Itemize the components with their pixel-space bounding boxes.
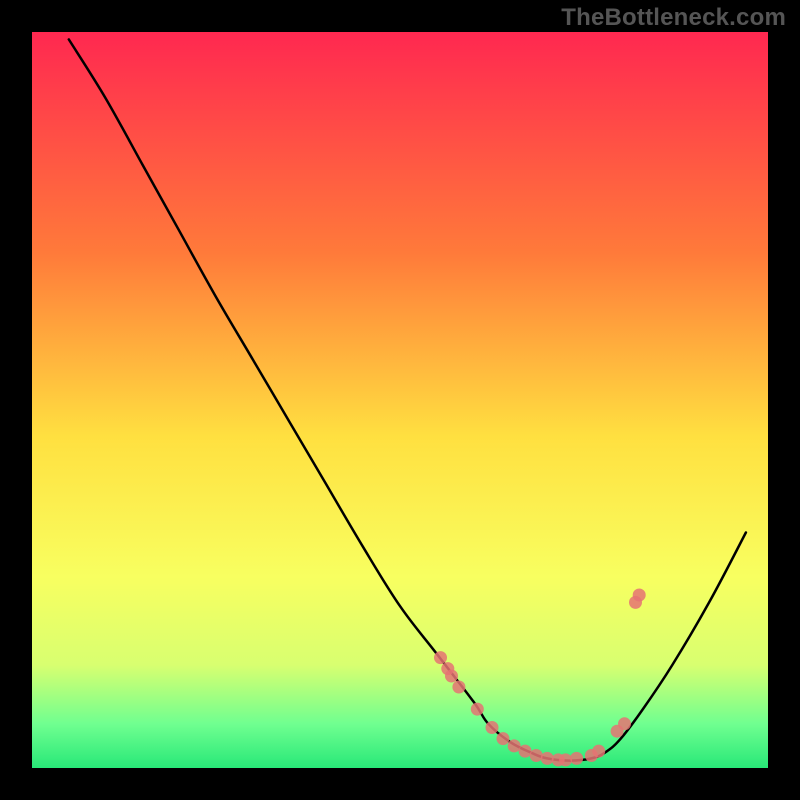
- data-point: [592, 745, 605, 758]
- data-point: [519, 745, 532, 758]
- data-point: [633, 589, 646, 602]
- data-point: [497, 732, 510, 745]
- data-point: [570, 752, 583, 765]
- data-point: [486, 721, 499, 734]
- data-point: [530, 749, 543, 762]
- data-point: [445, 670, 458, 683]
- data-point: [541, 752, 554, 765]
- data-point: [559, 753, 572, 766]
- data-point: [434, 651, 447, 664]
- watermark-label: TheBottleneck.com: [561, 4, 786, 32]
- bottleneck-chart: [0, 0, 800, 800]
- data-point: [618, 717, 631, 730]
- plot-background: [32, 32, 768, 768]
- data-point: [471, 703, 484, 716]
- data-point: [452, 681, 465, 694]
- chart-container: TheBottleneck.com: [0, 0, 800, 800]
